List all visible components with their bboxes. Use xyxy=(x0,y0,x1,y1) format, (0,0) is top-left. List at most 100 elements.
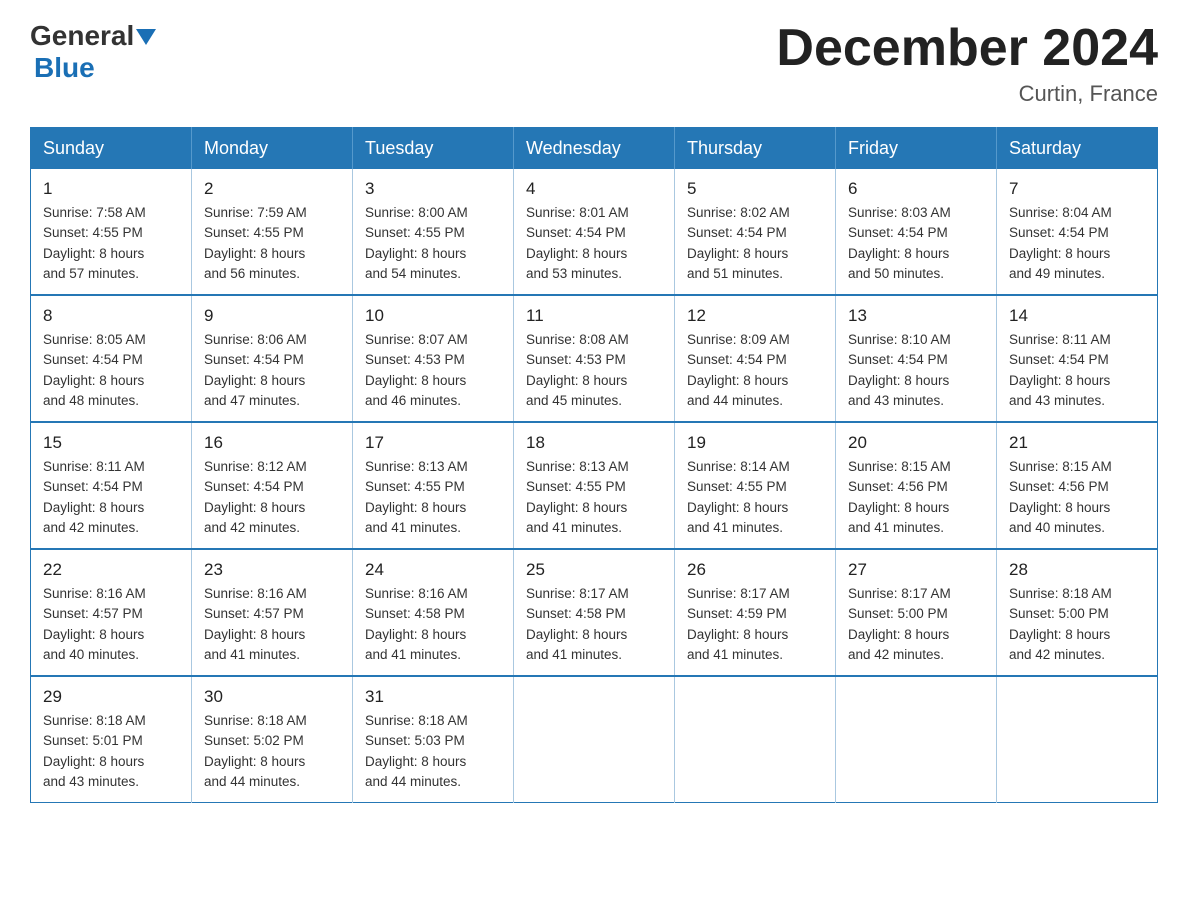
day-info: Sunrise: 8:02 AM Sunset: 4:54 PM Dayligh… xyxy=(687,203,823,284)
header-monday: Monday xyxy=(192,128,353,170)
day-cell: 21 Sunrise: 8:15 AM Sunset: 4:56 PM Dayl… xyxy=(997,422,1158,549)
day-cell: 16 Sunrise: 8:12 AM Sunset: 4:54 PM Dayl… xyxy=(192,422,353,549)
day-info: Sunrise: 7:58 AM Sunset: 4:55 PM Dayligh… xyxy=(43,203,179,284)
day-number: 17 xyxy=(365,433,501,453)
day-cell: 4 Sunrise: 8:01 AM Sunset: 4:54 PM Dayli… xyxy=(514,169,675,295)
day-cell: 26 Sunrise: 8:17 AM Sunset: 4:59 PM Dayl… xyxy=(675,549,836,676)
day-cell: 18 Sunrise: 8:13 AM Sunset: 4:55 PM Dayl… xyxy=(514,422,675,549)
day-number: 14 xyxy=(1009,306,1145,326)
day-cell: 27 Sunrise: 8:17 AM Sunset: 5:00 PM Dayl… xyxy=(836,549,997,676)
day-info: Sunrise: 8:17 AM Sunset: 5:00 PM Dayligh… xyxy=(848,584,984,665)
header-sunday: Sunday xyxy=(31,128,192,170)
day-info: Sunrise: 8:13 AM Sunset: 4:55 PM Dayligh… xyxy=(365,457,501,538)
day-info: Sunrise: 8:11 AM Sunset: 4:54 PM Dayligh… xyxy=(1009,330,1145,411)
day-info: Sunrise: 8:16 AM Sunset: 4:57 PM Dayligh… xyxy=(43,584,179,665)
day-cell: 19 Sunrise: 8:14 AM Sunset: 4:55 PM Dayl… xyxy=(675,422,836,549)
day-info: Sunrise: 8:12 AM Sunset: 4:54 PM Dayligh… xyxy=(204,457,340,538)
month-title: December 2024 xyxy=(776,20,1158,77)
day-cell: 17 Sunrise: 8:13 AM Sunset: 4:55 PM Dayl… xyxy=(353,422,514,549)
day-number: 6 xyxy=(848,179,984,199)
day-number: 22 xyxy=(43,560,179,580)
week-row-4: 22 Sunrise: 8:16 AM Sunset: 4:57 PM Dayl… xyxy=(31,549,1158,676)
day-number: 31 xyxy=(365,687,501,707)
day-cell: 9 Sunrise: 8:06 AM Sunset: 4:54 PM Dayli… xyxy=(192,295,353,422)
day-number: 28 xyxy=(1009,560,1145,580)
day-number: 20 xyxy=(848,433,984,453)
day-info: Sunrise: 8:17 AM Sunset: 4:58 PM Dayligh… xyxy=(526,584,662,665)
calendar-table: SundayMondayTuesdayWednesdayThursdayFrid… xyxy=(30,127,1158,803)
day-number: 24 xyxy=(365,560,501,580)
day-cell: 6 Sunrise: 8:03 AM Sunset: 4:54 PM Dayli… xyxy=(836,169,997,295)
logo-triangle-icon xyxy=(136,29,156,45)
day-info: Sunrise: 8:18 AM Sunset: 5:00 PM Dayligh… xyxy=(1009,584,1145,665)
header-wednesday: Wednesday xyxy=(514,128,675,170)
day-number: 15 xyxy=(43,433,179,453)
day-cell xyxy=(675,676,836,803)
day-cell: 30 Sunrise: 8:18 AM Sunset: 5:02 PM Dayl… xyxy=(192,676,353,803)
day-cell: 28 Sunrise: 8:18 AM Sunset: 5:00 PM Dayl… xyxy=(997,549,1158,676)
day-cell xyxy=(836,676,997,803)
day-cell: 25 Sunrise: 8:17 AM Sunset: 4:58 PM Dayl… xyxy=(514,549,675,676)
week-row-3: 15 Sunrise: 8:11 AM Sunset: 4:54 PM Dayl… xyxy=(31,422,1158,549)
day-cell: 14 Sunrise: 8:11 AM Sunset: 4:54 PM Dayl… xyxy=(997,295,1158,422)
day-cell: 24 Sunrise: 8:16 AM Sunset: 4:58 PM Dayl… xyxy=(353,549,514,676)
day-number: 11 xyxy=(526,306,662,326)
logo-text: General xyxy=(30,20,156,52)
day-number: 9 xyxy=(204,306,340,326)
day-cell: 22 Sunrise: 8:16 AM Sunset: 4:57 PM Dayl… xyxy=(31,549,192,676)
day-info: Sunrise: 8:18 AM Sunset: 5:02 PM Dayligh… xyxy=(204,711,340,792)
day-cell: 20 Sunrise: 8:15 AM Sunset: 4:56 PM Dayl… xyxy=(836,422,997,549)
day-cell: 11 Sunrise: 8:08 AM Sunset: 4:53 PM Dayl… xyxy=(514,295,675,422)
day-number: 3 xyxy=(365,179,501,199)
day-cell: 13 Sunrise: 8:10 AM Sunset: 4:54 PM Dayl… xyxy=(836,295,997,422)
day-number: 27 xyxy=(848,560,984,580)
day-info: Sunrise: 8:16 AM Sunset: 4:58 PM Dayligh… xyxy=(365,584,501,665)
day-info: Sunrise: 8:07 AM Sunset: 4:53 PM Dayligh… xyxy=(365,330,501,411)
day-info: Sunrise: 8:11 AM Sunset: 4:54 PM Dayligh… xyxy=(43,457,179,538)
day-number: 25 xyxy=(526,560,662,580)
day-number: 8 xyxy=(43,306,179,326)
day-info: Sunrise: 8:14 AM Sunset: 4:55 PM Dayligh… xyxy=(687,457,823,538)
header-thursday: Thursday xyxy=(675,128,836,170)
day-info: Sunrise: 8:15 AM Sunset: 4:56 PM Dayligh… xyxy=(1009,457,1145,538)
day-cell: 8 Sunrise: 8:05 AM Sunset: 4:54 PM Dayli… xyxy=(31,295,192,422)
day-info: Sunrise: 8:15 AM Sunset: 4:56 PM Dayligh… xyxy=(848,457,984,538)
day-info: Sunrise: 8:04 AM Sunset: 4:54 PM Dayligh… xyxy=(1009,203,1145,284)
week-row-1: 1 Sunrise: 7:58 AM Sunset: 4:55 PM Dayli… xyxy=(31,169,1158,295)
day-info: Sunrise: 8:16 AM Sunset: 4:57 PM Dayligh… xyxy=(204,584,340,665)
day-cell xyxy=(514,676,675,803)
day-number: 18 xyxy=(526,433,662,453)
header-saturday: Saturday xyxy=(997,128,1158,170)
day-cell: 5 Sunrise: 8:02 AM Sunset: 4:54 PM Dayli… xyxy=(675,169,836,295)
calendar-header-row: SundayMondayTuesdayWednesdayThursdayFrid… xyxy=(31,128,1158,170)
day-info: Sunrise: 8:03 AM Sunset: 4:54 PM Dayligh… xyxy=(848,203,984,284)
page-header: General Blue December 2024 Curtin, Franc… xyxy=(30,20,1158,107)
day-number: 26 xyxy=(687,560,823,580)
day-cell: 31 Sunrise: 8:18 AM Sunset: 5:03 PM Dayl… xyxy=(353,676,514,803)
day-number: 30 xyxy=(204,687,340,707)
day-number: 13 xyxy=(848,306,984,326)
logo-blue: Blue xyxy=(34,52,95,83)
day-info: Sunrise: 8:06 AM Sunset: 4:54 PM Dayligh… xyxy=(204,330,340,411)
location: Curtin, France xyxy=(776,81,1158,107)
logo: General Blue xyxy=(30,20,156,84)
title-section: December 2024 Curtin, France xyxy=(776,20,1158,107)
day-number: 21 xyxy=(1009,433,1145,453)
day-cell: 10 Sunrise: 8:07 AM Sunset: 4:53 PM Dayl… xyxy=(353,295,514,422)
day-info: Sunrise: 8:10 AM Sunset: 4:54 PM Dayligh… xyxy=(848,330,984,411)
day-cell: 15 Sunrise: 8:11 AM Sunset: 4:54 PM Dayl… xyxy=(31,422,192,549)
day-cell: 12 Sunrise: 8:09 AM Sunset: 4:54 PM Dayl… xyxy=(675,295,836,422)
day-number: 7 xyxy=(1009,179,1145,199)
day-info: Sunrise: 8:05 AM Sunset: 4:54 PM Dayligh… xyxy=(43,330,179,411)
day-number: 16 xyxy=(204,433,340,453)
day-cell: 2 Sunrise: 7:59 AM Sunset: 4:55 PM Dayli… xyxy=(192,169,353,295)
day-info: Sunrise: 8:13 AM Sunset: 4:55 PM Dayligh… xyxy=(526,457,662,538)
day-number: 23 xyxy=(204,560,340,580)
day-info: Sunrise: 8:18 AM Sunset: 5:03 PM Dayligh… xyxy=(365,711,501,792)
header-friday: Friday xyxy=(836,128,997,170)
day-cell: 23 Sunrise: 8:16 AM Sunset: 4:57 PM Dayl… xyxy=(192,549,353,676)
logo-general: General xyxy=(30,20,134,52)
day-info: Sunrise: 8:01 AM Sunset: 4:54 PM Dayligh… xyxy=(526,203,662,284)
header-tuesday: Tuesday xyxy=(353,128,514,170)
day-cell: 1 Sunrise: 7:58 AM Sunset: 4:55 PM Dayli… xyxy=(31,169,192,295)
